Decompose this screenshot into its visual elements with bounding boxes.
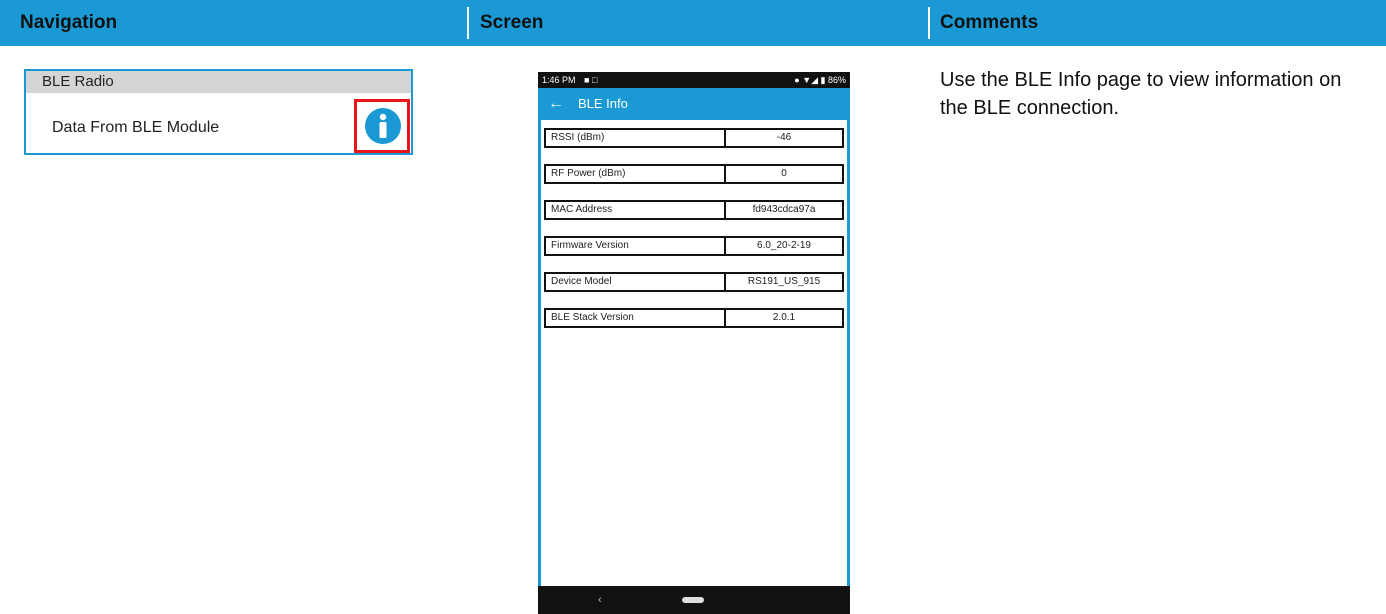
info-row: Firmware Version 6.0_20-2-19 — [544, 236, 844, 256]
info-row: BLE Stack Version 2.0.1 — [544, 308, 844, 328]
row-label: BLE Stack Version — [544, 308, 726, 328]
header-comments: Comments — [940, 12, 1039, 33]
header-divider — [467, 7, 469, 39]
row-value: 6.0_20-2-19 — [724, 236, 844, 256]
ble-radio-card: BLE Radio Data From BLE Module — [24, 69, 413, 155]
header-bar: Navigation Screen Comments — [0, 0, 1386, 46]
info-button-highlight[interactable] — [354, 99, 410, 153]
row-value: RS191_US_915 — [724, 272, 844, 292]
status-bar: 1:46 PM ■ □ ● ▼◢ ▮ 86% — [538, 72, 850, 88]
ble-info-content: RSSI (dBm) -46 RF Power (dBm) 0 MAC Addr… — [541, 120, 847, 586]
data-from-ble-module-label: Data From BLE Module — [52, 119, 220, 136]
header-navigation: Navigation — [20, 12, 118, 33]
header-screen: Screen — [480, 12, 544, 33]
row-value: -46 — [724, 128, 844, 148]
status-notification-icons: ■ □ — [584, 75, 598, 85]
status-time-text: 1:46 PM — [542, 75, 576, 85]
phone-screenshot: 1:46 PM ■ □ ● ▼◢ ▮ 86% ← BLE Info RSSI (… — [538, 72, 850, 614]
nav-back-icon[interactable]: ‹ — [598, 586, 602, 614]
info-row: RSSI (dBm) -46 — [544, 128, 844, 148]
status-time: 1:46 PM ■ □ — [542, 72, 597, 88]
header-divider — [928, 7, 930, 39]
info-row: MAC Address fd943cdca97a — [544, 200, 844, 220]
page: Navigation Screen Comments BLE Radio Dat… — [0, 0, 1386, 614]
info-row: Device Model RS191_US_915 — [544, 272, 844, 292]
android-nav-bar: ‹ — [538, 586, 850, 614]
row-label: MAC Address — [544, 200, 726, 220]
row-label: Firmware Version — [544, 236, 726, 256]
row-value: 0 — [724, 164, 844, 184]
back-arrow-icon[interactable]: ← — [548, 88, 564, 120]
row-label: RF Power (dBm) — [544, 164, 726, 184]
row-value: 2.0.1 — [724, 308, 844, 328]
row-label: Device Model — [544, 272, 726, 292]
row-label: RSSI (dBm) — [544, 128, 726, 148]
screen-title: BLE Info — [578, 96, 628, 111]
row-value: fd943cdca97a — [724, 200, 844, 220]
app-bar: ← BLE Info — [538, 88, 850, 120]
status-right: ● ▼◢ ▮ 86% — [794, 75, 846, 85]
info-icon[interactable] — [365, 108, 401, 144]
comments-text: Use the BLE Info page to view informatio… — [940, 69, 1342, 119]
nav-home-pill-icon[interactable] — [682, 597, 704, 603]
info-row: RF Power (dBm) 0 — [544, 164, 844, 184]
section-title: BLE Radio — [26, 71, 411, 93]
